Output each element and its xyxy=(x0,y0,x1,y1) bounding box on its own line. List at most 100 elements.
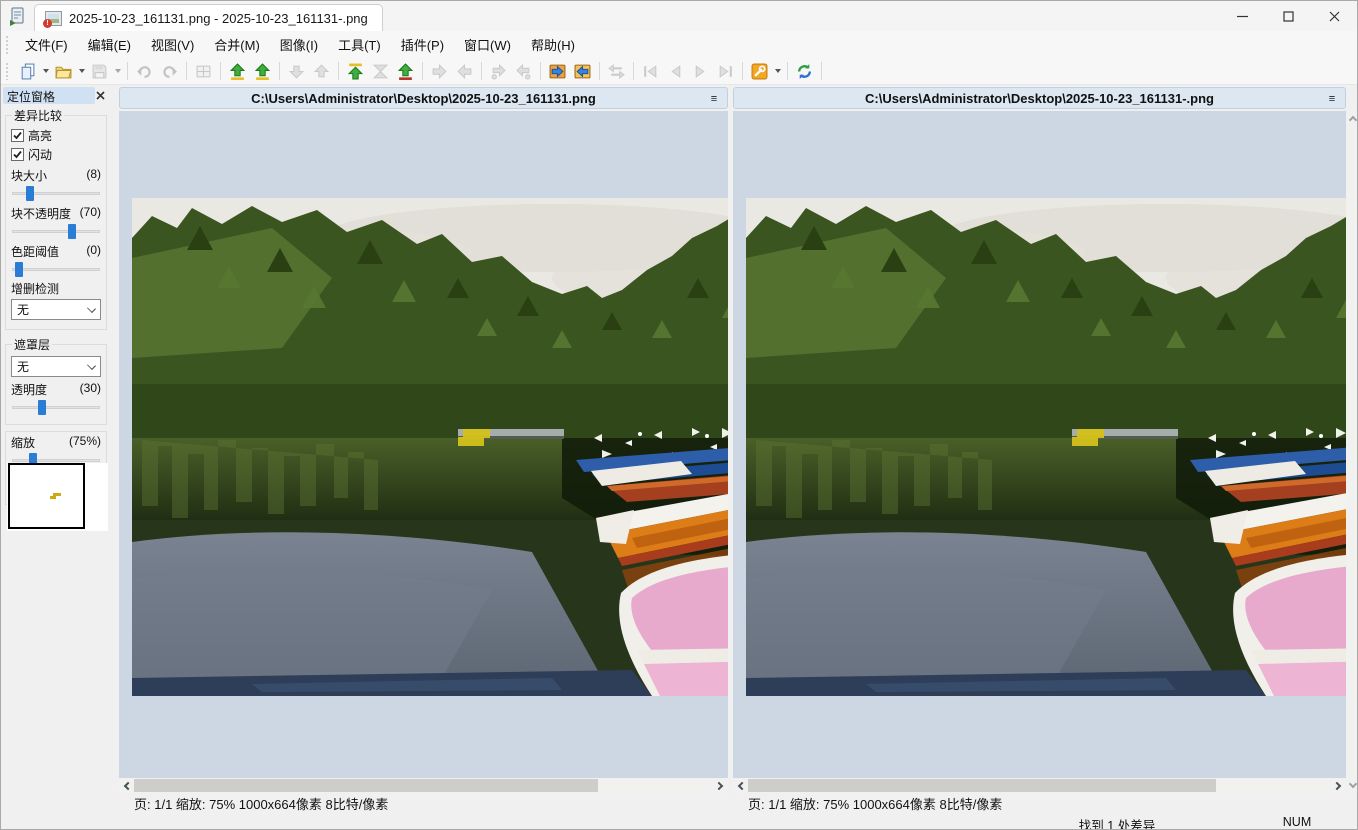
options-dropdown[interactable] xyxy=(772,59,783,83)
zoom-label: 缩放 xyxy=(11,434,35,451)
menu-image[interactable]: 图像(I) xyxy=(270,31,328,58)
save-button xyxy=(87,59,112,83)
overlay-alpha-value: (30) xyxy=(80,381,101,398)
copy-left-advance-button xyxy=(511,59,536,83)
menu-edit[interactable]: 编辑(E) xyxy=(78,31,141,58)
prev-diff-3way-button xyxy=(309,59,334,83)
right-file-path: C:\Users\Administrator\Desktop\2025-10-2… xyxy=(865,91,1214,106)
block-alpha-value: (70) xyxy=(80,205,101,222)
open-button[interactable] xyxy=(51,59,76,83)
blink-checkbox[interactable]: 闪动 xyxy=(11,146,101,163)
menu-file[interactable]: 文件(F) xyxy=(15,31,78,58)
insertion-detect-select[interactable]: 无 xyxy=(11,299,101,320)
num-lock-indicator: NUM xyxy=(1267,815,1327,829)
split-view-button xyxy=(191,59,216,83)
new-dropdown[interactable] xyxy=(40,59,51,83)
panel-close-icon[interactable] xyxy=(93,88,107,102)
prev-file-button xyxy=(663,59,688,83)
next-diff-3way-button xyxy=(284,59,309,83)
scroll-down-icon[interactable] xyxy=(1346,778,1358,793)
right-horizontal-scrollbar[interactable] xyxy=(733,778,1346,793)
block-alpha-slider[interactable] xyxy=(12,224,100,239)
app-icon xyxy=(8,6,28,26)
chevron-down-icon xyxy=(87,304,96,313)
menu-view[interactable]: 视图(V) xyxy=(141,31,204,58)
tab-title: 2025-10-23_161131.png - 2025-10-23_16113… xyxy=(69,11,368,26)
save-dropdown xyxy=(112,59,123,83)
menu-help[interactable]: 帮助(H) xyxy=(521,31,585,58)
diff-highlight[interactable] xyxy=(458,437,484,446)
toolbar xyxy=(1,58,1357,85)
panel-title: 定位窗格 xyxy=(3,87,95,104)
overlay-alpha-slider[interactable] xyxy=(12,400,100,415)
hamburger-menu-icon[interactable]: ≡ xyxy=(1325,92,1339,106)
close-button[interactable] xyxy=(1311,1,1357,31)
left-status-text: 页: 1/1 缩放: 75% 1000x664像素 8比特/像素 xyxy=(134,794,388,813)
copy-all-right-button[interactable] xyxy=(545,59,570,83)
right-image xyxy=(746,198,1346,696)
left-horizontal-scrollbar[interactable] xyxy=(119,778,728,793)
blink-label: 闪动 xyxy=(28,146,52,163)
menu-tools[interactable]: 工具(T) xyxy=(328,31,391,58)
maximize-button[interactable] xyxy=(1265,1,1311,31)
last-diff-button[interactable] xyxy=(393,59,418,83)
vertical-scrollbar[interactable] xyxy=(1346,111,1358,793)
menu-bar: 文件(F) 编辑(E) 视图(V) 合并(M) 图像(I) 工具(T) 插件(P… xyxy=(1,31,1357,58)
copy-all-left-button[interactable] xyxy=(570,59,595,83)
overlay-mode-select[interactable]: 无 xyxy=(11,356,101,377)
prev-diff-button[interactable] xyxy=(250,59,275,83)
new-button[interactable] xyxy=(15,59,40,83)
diff-compare-label: 差异比较 xyxy=(12,107,64,124)
image-compare-tab-icon: ! xyxy=(45,11,62,26)
redo-button xyxy=(157,59,182,83)
block-size-value: (8) xyxy=(86,167,101,184)
menubar-grip[interactable] xyxy=(5,35,9,54)
first-file-button xyxy=(638,59,663,83)
location-pane-thumbnail[interactable] xyxy=(7,463,108,531)
scroll-left-icon[interactable] xyxy=(119,778,134,793)
diff-compare-group: 差异比较 高亮 闪动 块大小 (8) 块不透明度 (70) 色距阈值 (0) xyxy=(5,107,107,330)
next-file-button xyxy=(688,59,713,83)
checkbox-checked-icon xyxy=(11,148,24,161)
checkbox-checked-icon xyxy=(11,129,24,142)
document-tab[interactable]: ! 2025-10-23_161131.png - 2025-10-23_161… xyxy=(34,4,383,31)
scrollbar-thumb[interactable] xyxy=(134,779,598,792)
right-pane-header[interactable]: C:\Users\Administrator\Desktop\2025-10-2… xyxy=(733,87,1346,109)
menu-merge[interactable]: 合并(M) xyxy=(204,31,270,58)
menu-plugins[interactable]: 插件(P) xyxy=(391,31,454,58)
copy-right-advance-button xyxy=(486,59,511,83)
cd-threshold-slider[interactable] xyxy=(12,262,100,277)
next-diff-button[interactable] xyxy=(225,59,250,83)
menu-window[interactable]: 窗口(W) xyxy=(454,31,521,58)
title-bar: ! 2025-10-23_161131.png - 2025-10-23_161… xyxy=(1,1,1357,31)
minimize-button[interactable] xyxy=(1219,1,1265,31)
refresh-button[interactable] xyxy=(792,59,817,83)
right-pane-status: 页: 1/1 缩放: 75% 1000x664像素 8比特/像素 xyxy=(733,793,1346,814)
left-image-viewport[interactable] xyxy=(119,111,728,778)
options-button[interactable] xyxy=(747,59,772,83)
main-status-bar: 找到 1 处差异 NUM xyxy=(1,814,1357,830)
toolbar-grip[interactable] xyxy=(5,62,9,80)
zoom-value: (75%) xyxy=(69,434,101,451)
open-dropdown[interactable] xyxy=(76,59,87,83)
block-size-slider[interactable] xyxy=(12,186,100,201)
highlight-checkbox[interactable]: 高亮 xyxy=(11,127,101,144)
left-pane-header[interactable]: C:\Users\Administrator\Desktop\2025-10-2… xyxy=(119,87,728,109)
right-image-viewport[interactable] xyxy=(733,111,1346,778)
last-file-button xyxy=(713,59,738,83)
scroll-left-icon[interactable] xyxy=(733,778,748,793)
scroll-right-icon[interactable] xyxy=(713,778,728,793)
diff-highlight[interactable] xyxy=(1072,437,1098,446)
scroll-up-icon[interactable] xyxy=(1346,111,1358,126)
overlay-alpha-label: 透明度 xyxy=(11,381,47,398)
hamburger-menu-icon[interactable]: ≡ xyxy=(707,92,721,106)
current-diff-button xyxy=(368,59,393,83)
scrollbar-thumb[interactable] xyxy=(748,779,1216,792)
block-alpha-label: 块不透明度 xyxy=(11,205,71,222)
cd-threshold-label: 色距阈值 xyxy=(11,243,59,260)
overlay-label: 遮罩层 xyxy=(12,336,52,353)
first-diff-button[interactable] xyxy=(343,59,368,83)
cd-threshold-value: (0) xyxy=(86,243,101,260)
location-pane-panel: 定位窗格 差异比较 高亮 闪动 块大小 (8) 块不透明度 (70) xyxy=(1,85,111,812)
scroll-right-icon[interactable] xyxy=(1331,778,1346,793)
